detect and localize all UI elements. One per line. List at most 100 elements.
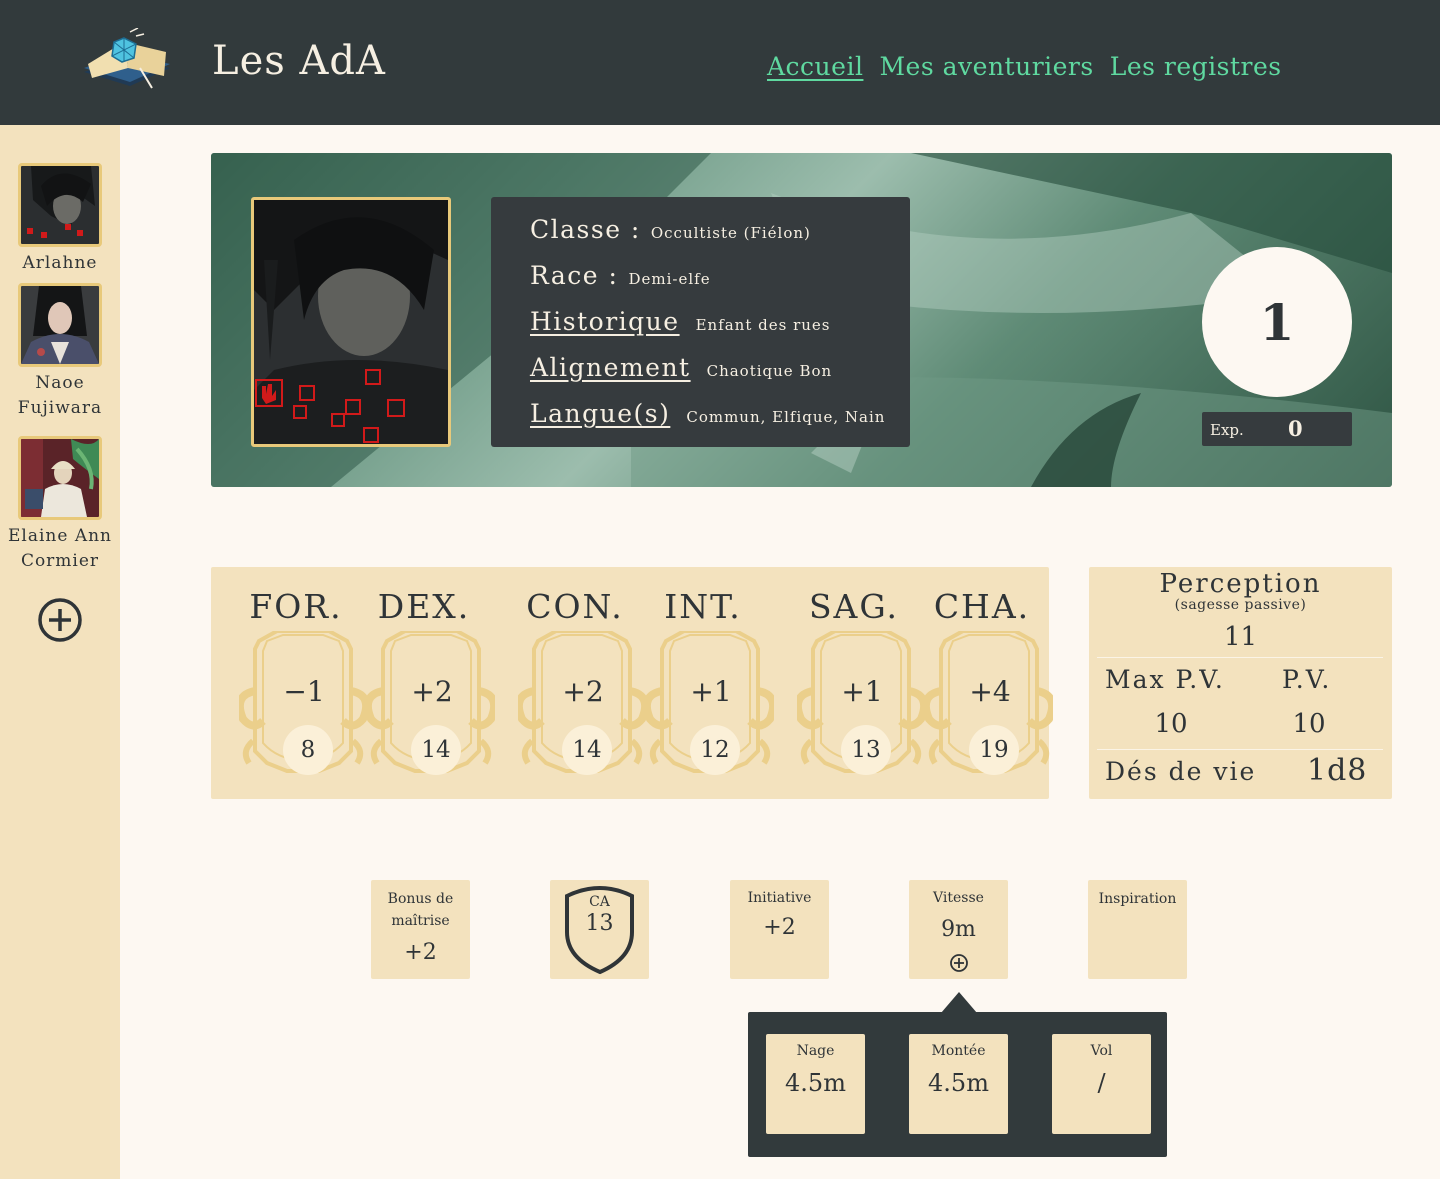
nav-mes-aventuriers[interactable]: Mes aventuriers — [879, 52, 1093, 81]
hp-label: P.V. — [1282, 665, 1332, 694]
speed-label: Vol — [1090, 1043, 1113, 1059]
stat-label: Initiative — [747, 890, 812, 906]
info-value: Demi-elfe — [628, 270, 711, 288]
plus-circle-icon[interactable] — [949, 953, 969, 973]
plus-circle-icon[interactable] — [37, 597, 83, 643]
ability-abbr: CHA. — [933, 587, 1031, 626]
experience-box: Exp. 0 — [1202, 412, 1352, 446]
stat-label: Bonus de — [387, 891, 454, 907]
ability-2: CON. +2 14 — [510, 567, 646, 799]
ability-1: DEX. +2 14 — [359, 567, 495, 799]
ability-score[interactable]: 14 — [411, 725, 461, 775]
speed-box[interactable]: Vitesse 9m — [909, 880, 1008, 979]
stat-label: CA — [589, 894, 610, 910]
sidebar-character-elaine[interactable]: Elaine Ann Cormier — [0, 436, 120, 574]
hit-dice-label: Dés de vie — [1105, 757, 1257, 786]
character-portrait — [251, 197, 451, 447]
max-hp-label: Max P.V. — [1105, 665, 1225, 694]
sidebar-character-arlahne[interactable]: Arlahne — [0, 163, 120, 276]
ability-modifier: +2 — [411, 675, 453, 708]
exp-value: 0 — [1288, 416, 1303, 441]
armor-class-box: CA 13 — [550, 880, 649, 979]
stat-label: maîtrise — [391, 913, 450, 929]
divider — [1097, 749, 1383, 750]
info-row-classe: Classe : Occultiste (Fiélon) — [530, 215, 910, 261]
ability-score[interactable]: 13 — [841, 725, 891, 775]
ability-5: CHA. +4 19 — [917, 567, 1053, 799]
initiative-box: Initiative +2 — [730, 880, 829, 979]
stat-value: +2 — [404, 940, 437, 965]
divider — [1097, 657, 1383, 658]
app-title[interactable]: Les AdA — [212, 38, 386, 84]
ability-score[interactable]: 12 — [690, 725, 740, 775]
info-row-alignement[interactable]: Alignement Chaotique Bon — [530, 353, 910, 399]
exp-label: Exp. — [1210, 421, 1244, 439]
book-dice-logo-icon[interactable] — [78, 27, 172, 92]
info-label-link[interactable]: Alignement — [530, 353, 691, 382]
inspiration-box[interactable]: Inspiration — [1088, 880, 1187, 979]
ability-3: INT. +1 12 — [638, 567, 774, 799]
info-value: Chaotique Bon — [706, 362, 833, 380]
nav-les-registres[interactable]: Les registres — [1110, 52, 1282, 81]
ability-scores-panel: FOR. −1 8 DEX. +2 14 CON. +2 14 INT. +1 12 SAG. +1 13 C… — [211, 567, 1053, 799]
info-label-link[interactable]: Langue(s) — [530, 399, 670, 428]
speed-value: 4.5m — [785, 1069, 846, 1097]
avatar[interactable] — [18, 283, 102, 367]
info-value: Commun, Elfique, Nain — [686, 408, 886, 426]
speed-details-popup: Nage 4.5m Montée 4.5m Vol / — [748, 1012, 1167, 1157]
info-row-langues[interactable]: Langue(s) Commun, Elfique, Nain — [530, 399, 910, 445]
ability-score[interactable]: 19 — [969, 725, 1019, 775]
speed-label: Nage — [796, 1043, 835, 1059]
sidebar-character-name[interactable]: Naoe Fujiwara — [12, 371, 108, 421]
avatar[interactable] — [18, 436, 102, 520]
perception-title: Perception — [1159, 569, 1322, 599]
stat-label: Inspiration — [1098, 891, 1177, 907]
max-hp-value[interactable]: 10 — [1139, 709, 1203, 739]
ability-modifier: +1 — [690, 675, 732, 708]
stat-value: +2 — [763, 915, 796, 940]
info-value: Enfant des rues — [695, 316, 831, 334]
perception-subtitle: (sagesse passive) — [1174, 597, 1307, 613]
perception-value: 11 — [1223, 622, 1258, 652]
top-header: Les AdA Accueil Mes aventuriers Les regi… — [0, 0, 1440, 125]
ability-modifier: +1 — [841, 675, 883, 708]
info-label: Race : — [530, 261, 619, 290]
speed-climb-box: Montée 4.5m — [909, 1034, 1008, 1134]
info-row-race: Race : Demi-elfe — [530, 261, 910, 307]
avatar[interactable] — [18, 163, 102, 247]
stat-value: 9m — [941, 917, 976, 942]
ability-score[interactable]: 14 — [562, 725, 612, 775]
add-character-button[interactable] — [37, 597, 83, 643]
ability-modifier: +4 — [969, 675, 1011, 708]
speed-fly-box: Vol / — [1052, 1034, 1151, 1134]
ability-abbr: CON. — [526, 587, 624, 626]
speed-label: Montée — [931, 1043, 986, 1059]
sidebar-character-naoe[interactable]: Naoe Fujiwara — [0, 283, 120, 421]
stat-value: 13 — [585, 911, 614, 936]
ability-0: FOR. −1 8 — [231, 567, 367, 799]
popup-arrow — [941, 992, 977, 1013]
nav-accueil[interactable]: Accueil — [767, 52, 863, 81]
sidebar-character-name[interactable]: Arlahne — [0, 251, 120, 276]
main-nav: Accueil Mes aventuriers Les registres — [767, 52, 1282, 81]
info-label-link[interactable]: Historique — [530, 307, 680, 336]
hp-value[interactable]: 10 — [1277, 709, 1341, 739]
vitals-panel: Perception (sagesse passive) 11 Max P.V.… — [1089, 567, 1392, 799]
ability-modifier: −1 — [283, 675, 325, 708]
ability-abbr: DEX. — [377, 587, 471, 626]
ability-score[interactable]: 8 — [283, 725, 333, 775]
stat-label: Vitesse — [933, 890, 984, 906]
speed-value: / — [1097, 1069, 1106, 1097]
ability-modifier: +2 — [562, 675, 604, 708]
proficiency-bonus-box: Bonus de maîtrise +2 — [371, 880, 470, 979]
character-sidebar: Arlahne Naoe Fujiwara Elaine Ann Cormier — [0, 125, 120, 1179]
speed-swim-box: Nage 4.5m — [766, 1034, 865, 1134]
info-label: Classe : — [530, 215, 641, 244]
character-level: 1 — [1202, 247, 1352, 397]
info-row-historique[interactable]: Historique Enfant des rues — [530, 307, 910, 353]
hit-dice-value: 1d8 — [1307, 753, 1368, 788]
ability-4: SAG. +1 13 — [789, 567, 925, 799]
sidebar-character-name[interactable]: Elaine Ann Cormier — [0, 524, 120, 574]
character-banner: Classe : Occultiste (Fiélon) Race : Demi… — [211, 153, 1392, 487]
speed-value: 4.5m — [928, 1069, 989, 1097]
